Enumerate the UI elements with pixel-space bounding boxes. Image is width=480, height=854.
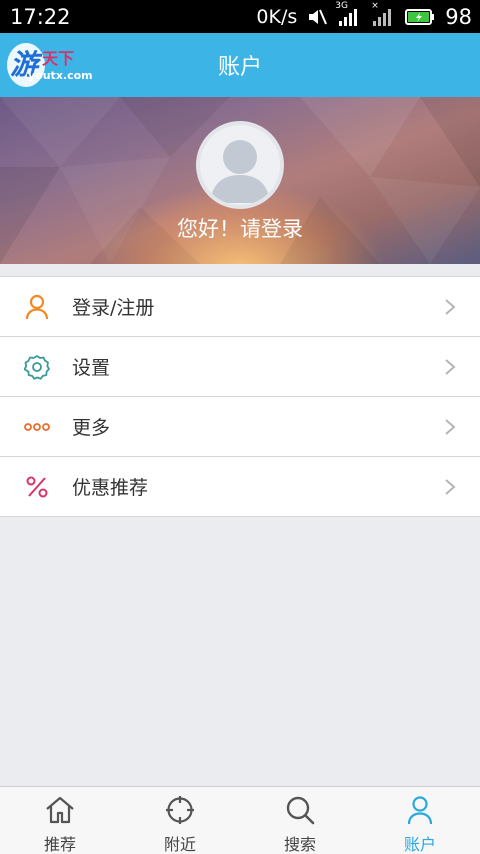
tab-label: 附近 bbox=[163, 835, 196, 854]
menu-item-label: 设置 bbox=[72, 357, 111, 379]
gear-icon bbox=[24, 354, 50, 380]
signal-none-label: × bbox=[371, 0, 379, 11]
menu-item-label: 更多 bbox=[72, 417, 111, 439]
tab-search[interactable]: 搜索 bbox=[240, 787, 360, 854]
login-greeting[interactable]: 您好！请登录 bbox=[0, 213, 480, 243]
logo-text: 天下 bbox=[42, 49, 75, 68]
tab-label: 搜索 bbox=[283, 835, 316, 854]
target-icon bbox=[165, 795, 195, 829]
tab-account[interactable]: 账户 bbox=[360, 787, 480, 854]
signal-3g-label: 3G bbox=[335, 0, 348, 11]
status-icons: 0K/s 3G × 98 bbox=[256, 1, 472, 29]
app-logo[interactable]: 游 天下 youtx.com bbox=[6, 39, 93, 91]
chevron-right-icon bbox=[444, 478, 456, 500]
home-icon bbox=[44, 795, 76, 829]
menu-item-promotions[interactable]: 优惠推荐 bbox=[0, 457, 480, 517]
tab-label: 账户 bbox=[403, 835, 436, 854]
menu-item-label: 登录/注册 bbox=[72, 297, 155, 319]
account-menu: 登录/注册 设置 更多 优惠推荐 bbox=[0, 276, 480, 517]
user-icon bbox=[24, 294, 50, 320]
chevron-right-icon bbox=[444, 298, 456, 320]
app-header: 游 天下 youtx.com 账户 bbox=[0, 33, 480, 97]
tab-label: 推荐 bbox=[43, 835, 76, 854]
search-icon bbox=[285, 795, 315, 829]
profile-hero: 您好！请登录 bbox=[0, 97, 480, 264]
status-time: 17:22 bbox=[10, 4, 71, 29]
bottom-tab-bar: 推荐 附近 搜索 账户 bbox=[0, 786, 480, 854]
more-icon bbox=[24, 414, 50, 440]
status-bar: 17:22 0K/s 3G × 98 bbox=[0, 0, 480, 33]
tab-recommend[interactable]: 推荐 bbox=[0, 787, 120, 854]
signal-3g-icon: 3G bbox=[335, 1, 361, 27]
net-speed: 0K/s bbox=[256, 5, 298, 28]
chevron-right-icon bbox=[444, 358, 456, 380]
percent-icon bbox=[24, 474, 50, 500]
account-icon bbox=[406, 795, 434, 829]
tab-nearby[interactable]: 附近 bbox=[120, 787, 240, 854]
mute-icon bbox=[307, 7, 328, 27]
menu-item-label: 优惠推荐 bbox=[72, 477, 149, 499]
page-title: 账户 bbox=[217, 55, 262, 80]
battery-level: 98 bbox=[445, 4, 472, 29]
logo-sub: youtx.com bbox=[28, 69, 93, 82]
avatar[interactable] bbox=[196, 121, 284, 209]
battery-icon bbox=[405, 8, 435, 26]
menu-item-settings[interactable]: 设置 bbox=[0, 337, 480, 397]
signal-none-icon: × bbox=[371, 1, 395, 27]
menu-item-more[interactable]: 更多 bbox=[0, 397, 480, 457]
menu-item-login[interactable]: 登录/注册 bbox=[0, 277, 480, 337]
chevron-right-icon bbox=[444, 418, 456, 440]
